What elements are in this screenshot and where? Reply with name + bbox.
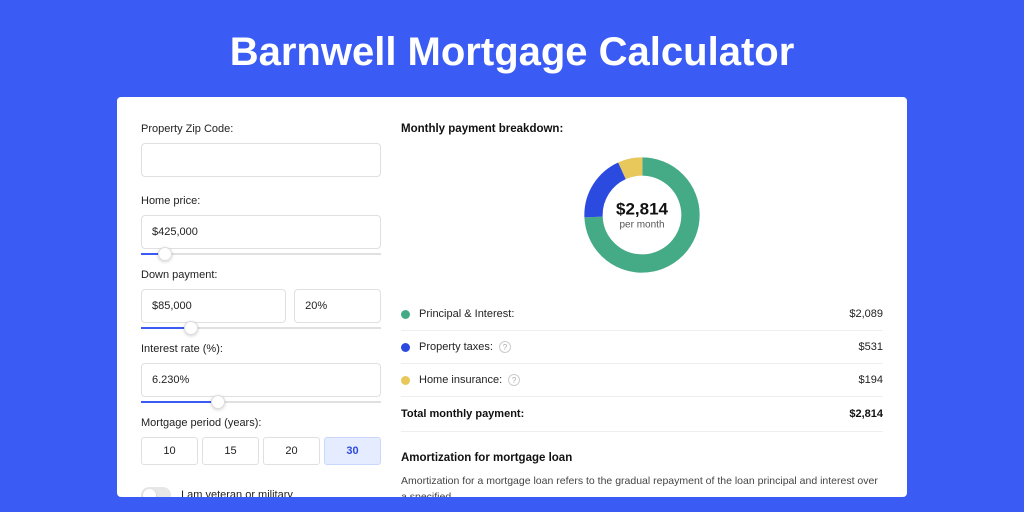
rate-label: Interest rate (%): bbox=[141, 343, 381, 355]
legend-row: Principal & Interest: $2,089 bbox=[401, 297, 883, 330]
legend-dot-icon bbox=[401, 343, 410, 352]
legend-amount: $194 bbox=[859, 374, 883, 386]
zip-input[interactable] bbox=[141, 143, 381, 177]
results-panel: Monthly payment breakdown: $2,814 per mo… bbox=[401, 123, 883, 497]
slider-thumb-icon[interactable] bbox=[158, 247, 172, 261]
slider-thumb-icon[interactable] bbox=[184, 321, 198, 335]
payment-donut-chart: $2,814 per month bbox=[578, 151, 706, 279]
total-label: Total monthly payment: bbox=[401, 408, 524, 420]
down-amount-input[interactable] bbox=[141, 289, 286, 323]
period-group: 10152030 bbox=[141, 437, 381, 465]
veteran-toggle[interactable] bbox=[141, 487, 171, 497]
period-button-20[interactable]: 20 bbox=[263, 437, 320, 465]
breakdown-title: Monthly payment breakdown: bbox=[401, 123, 883, 135]
legend-amount: $531 bbox=[859, 341, 883, 353]
period-button-15[interactable]: 15 bbox=[202, 437, 259, 465]
rate-input[interactable] bbox=[141, 363, 381, 397]
down-label: Down payment: bbox=[141, 269, 381, 281]
legend-row: Home insurance:? $194 bbox=[401, 363, 883, 396]
veteran-label: I am veteran or military bbox=[181, 489, 293, 497]
period-button-10[interactable]: 10 bbox=[141, 437, 198, 465]
amortization-title: Amortization for mortgage loan bbox=[401, 452, 883, 464]
price-label: Home price: bbox=[141, 195, 381, 207]
zip-label: Property Zip Code: bbox=[141, 123, 381, 135]
input-panel: Property Zip Code: Home price: Down paym… bbox=[141, 123, 381, 497]
total-amount: $2,814 bbox=[849, 408, 883, 420]
amortization-text: Amortization for a mortgage loan refers … bbox=[401, 474, 883, 497]
price-slider[interactable] bbox=[141, 253, 381, 255]
page-title: Barnwell Mortgage Calculator bbox=[0, 0, 1024, 97]
legend-dot-icon bbox=[401, 310, 410, 319]
down-percent-input[interactable] bbox=[294, 289, 381, 323]
period-label: Mortgage period (years): bbox=[141, 417, 381, 429]
legend-row: Property taxes:? $531 bbox=[401, 330, 883, 363]
calculator-card: Property Zip Code: Home price: Down paym… bbox=[117, 97, 907, 497]
legend-dot-icon bbox=[401, 376, 410, 385]
price-input[interactable] bbox=[141, 215, 381, 249]
info-icon[interactable]: ? bbox=[499, 341, 511, 353]
legend-list: Principal & Interest: $2,089 Property taxe… bbox=[401, 297, 883, 396]
info-icon[interactable]: ? bbox=[508, 374, 520, 386]
donut-value: $2,814 bbox=[616, 200, 668, 220]
legend-label: Property taxes: bbox=[419, 341, 493, 353]
total-row: Total monthly payment: $2,814 bbox=[401, 396, 883, 432]
legend-amount: $2,089 bbox=[849, 308, 883, 320]
slider-thumb-icon[interactable] bbox=[211, 395, 225, 409]
toggle-knob-icon bbox=[143, 489, 156, 498]
legend-label: Principal & Interest: bbox=[419, 308, 514, 320]
rate-slider[interactable] bbox=[141, 401, 381, 403]
donut-sublabel: per month bbox=[616, 220, 668, 231]
period-button-30[interactable]: 30 bbox=[324, 437, 381, 465]
down-slider[interactable] bbox=[141, 327, 381, 329]
legend-label: Home insurance: bbox=[419, 374, 502, 386]
